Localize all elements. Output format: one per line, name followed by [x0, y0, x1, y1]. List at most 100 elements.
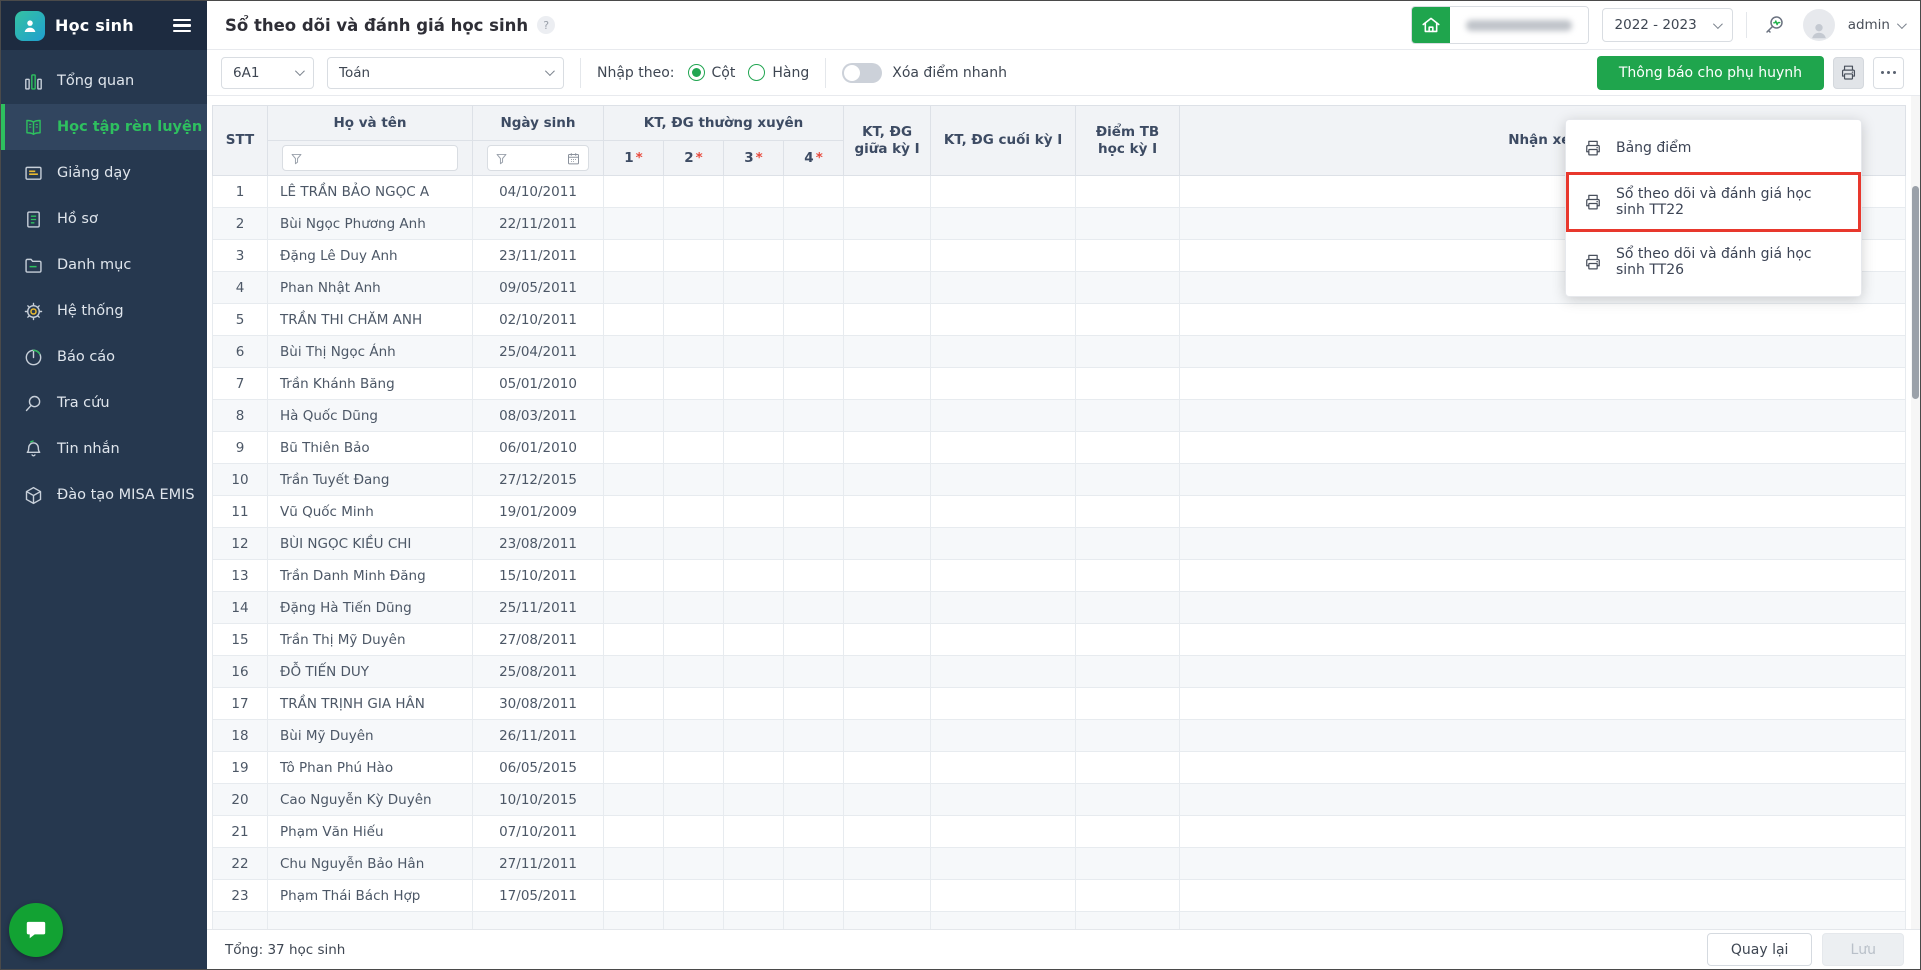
grade-cell-regular-4[interactable] [782, 911, 845, 929]
grade-cell-regular-3[interactable] [723, 591, 784, 624]
comment-cell[interactable] [1179, 399, 1906, 432]
comment-cell[interactable] [1179, 367, 1906, 400]
grade-cell-average[interactable] [1075, 367, 1181, 400]
print-menu-item[interactable]: Sổ theo dõi và đánh giá học sinh TT22 [1566, 172, 1861, 232]
grade-cell-regular-3[interactable] [723, 719, 784, 752]
grade-cell-midterm[interactable] [843, 495, 932, 528]
grade-cell-regular-4[interactable] [782, 207, 845, 240]
sidebar-item-danh-muc[interactable]: Danh mục [1, 242, 207, 288]
calendar-icon[interactable] [566, 151, 581, 166]
grade-cell-average[interactable] [1075, 527, 1181, 560]
grade-cell-regular-3[interactable] [723, 271, 784, 304]
grade-cell-regular-1[interactable] [603, 783, 664, 816]
grade-cell-midterm[interactable] [843, 655, 932, 688]
grade-cell-final[interactable] [930, 559, 1077, 592]
grade-cell-final[interactable] [930, 591, 1077, 624]
grade-cell-final[interactable] [930, 687, 1077, 720]
grade-cell-regular-2[interactable] [663, 623, 724, 656]
grade-cell-regular-1[interactable] [603, 207, 664, 240]
grade-cell-final[interactable] [930, 495, 1077, 528]
grade-cell-regular-3[interactable] [723, 655, 784, 688]
grade-cell-midterm[interactable] [843, 623, 932, 656]
grade-cell-average[interactable] [1075, 271, 1181, 304]
comment-cell[interactable] [1179, 911, 1906, 929]
sidebar-item-giang-day[interactable]: Giảng dạy [1, 150, 207, 196]
grade-cell-regular-4[interactable] [782, 623, 845, 656]
comment-cell[interactable] [1179, 751, 1906, 784]
grade-cell-midterm[interactable] [843, 399, 932, 432]
grade-cell-regular-4[interactable] [782, 847, 845, 880]
grade-cell-regular-3[interactable] [723, 783, 784, 816]
grade-cell-regular-2[interactable] [663, 655, 724, 688]
grade-cell-average[interactable] [1075, 783, 1181, 816]
grade-cell-final[interactable] [930, 239, 1077, 272]
grade-cell-regular-3[interactable] [723, 335, 784, 368]
print-menu-item[interactable]: Sổ theo dõi và đánh giá học sinh TT26 [1566, 232, 1861, 292]
comment-cell[interactable] [1179, 655, 1906, 688]
grade-cell-regular-3[interactable] [723, 527, 784, 560]
grade-cell-regular-1[interactable] [603, 591, 664, 624]
comment-cell[interactable] [1179, 527, 1906, 560]
print-button[interactable] [1833, 56, 1864, 89]
grade-cell-midterm[interactable] [843, 175, 932, 208]
grade-cell-regular-1[interactable] [603, 399, 664, 432]
grade-cell-regular-1[interactable] [603, 719, 664, 752]
grade-cell-average[interactable] [1075, 751, 1181, 784]
grade-cell-regular-3[interactable] [723, 847, 784, 880]
subject-select[interactable]: Toán [327, 56, 564, 89]
grade-cell-regular-2[interactable] [663, 271, 724, 304]
comment-cell[interactable] [1179, 847, 1906, 880]
grade-cell-regular-2[interactable] [663, 559, 724, 592]
grade-cell-regular-4[interactable] [782, 175, 845, 208]
grade-cell-regular-3[interactable] [723, 911, 784, 929]
sidebar-item-bao-cao[interactable]: Báo cáo [1, 334, 207, 380]
grade-cell-regular-1[interactable] [603, 175, 664, 208]
grade-cell-regular-2[interactable] [663, 847, 724, 880]
grade-cell-average[interactable] [1075, 655, 1181, 688]
grade-cell-regular-3[interactable] [723, 175, 784, 208]
grade-cell-regular-4[interactable] [782, 751, 845, 784]
school-year-select[interactable]: 2022 - 2023 [1601, 8, 1733, 42]
grade-cell-regular-1[interactable] [603, 911, 664, 929]
grade-cell-regular-1[interactable] [603, 623, 664, 656]
grade-cell-midterm[interactable] [843, 527, 932, 560]
grade-cell-midterm[interactable] [843, 879, 932, 912]
grade-cell-final[interactable] [930, 879, 1077, 912]
grade-cell-final[interactable] [930, 719, 1077, 752]
grade-cell-final[interactable] [930, 783, 1077, 816]
grade-cell-final[interactable] [930, 303, 1077, 336]
school-selector[interactable] [1410, 6, 1589, 44]
grade-cell-regular-4[interactable] [782, 463, 845, 496]
grade-cell-regular-4[interactable] [782, 559, 845, 592]
grade-cell-regular-2[interactable] [663, 175, 724, 208]
grade-cell-final[interactable] [930, 655, 1077, 688]
sidebar-item-ho-so[interactable]: Hồ sơ [1, 196, 207, 242]
grade-cell-midterm[interactable] [843, 559, 932, 592]
grade-cell-regular-4[interactable] [782, 783, 845, 816]
comment-cell[interactable] [1179, 335, 1906, 368]
grade-cell-regular-4[interactable] [782, 239, 845, 272]
grade-cell-regular-1[interactable] [603, 815, 664, 848]
grade-cell-regular-1[interactable] [603, 463, 664, 496]
comment-cell[interactable] [1179, 559, 1906, 592]
sidebar-item-tra-cuu[interactable]: Tra cứu [1, 380, 207, 426]
comment-cell[interactable] [1179, 303, 1906, 336]
grade-cell-final[interactable] [930, 431, 1077, 464]
more-options-icon[interactable] [1873, 56, 1904, 89]
help-icon[interactable]: ? [537, 16, 556, 34]
license-key-icon[interactable] [1760, 10, 1790, 40]
grade-cell-regular-1[interactable] [603, 495, 664, 528]
grade-cell-regular-4[interactable] [782, 303, 845, 336]
comment-cell[interactable] [1179, 815, 1906, 848]
user-menu[interactable]: admin [1848, 17, 1907, 33]
grade-cell-regular-1[interactable] [603, 303, 664, 336]
grade-cell-average[interactable] [1075, 911, 1181, 929]
radio-row[interactable]: Hàng [748, 64, 809, 81]
grade-cell-midterm[interactable] [843, 847, 932, 880]
grade-cell-regular-2[interactable] [663, 431, 724, 464]
grade-cell-regular-1[interactable] [603, 559, 664, 592]
grade-cell-regular-3[interactable] [723, 207, 784, 240]
back-button[interactable]: Quay lại [1706, 933, 1813, 966]
grade-cell-regular-1[interactable] [603, 431, 664, 464]
grade-cell-regular-1[interactable] [603, 847, 664, 880]
